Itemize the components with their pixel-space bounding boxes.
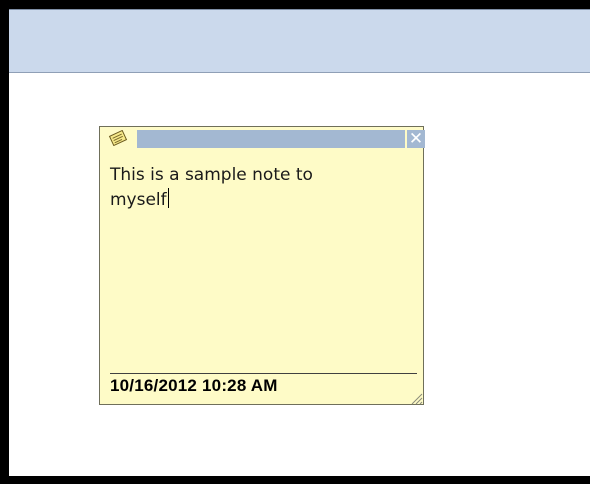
text-caret [167, 188, 169, 208]
resize-grip-icon[interactable] [409, 390, 423, 405]
window-frame: ✕ This is a sample note to myself 10/16/… [9, 9, 590, 476]
close-icon[interactable]: ✕ [407, 130, 425, 148]
note-titlebar[interactable]: ✕ [100, 127, 425, 148]
sticky-note[interactable]: ✕ This is a sample note to myself 10/16/… [99, 126, 425, 405]
note-timestamp: 10/16/2012 10:28 AM [110, 376, 278, 395]
note-text-area[interactable]: This is a sample note to myself [110, 163, 410, 213]
note-footer: 10/16/2012 10:28 AM [110, 373, 417, 400]
note-pad-icon[interactable] [108, 129, 128, 147]
toolbar-strip [9, 9, 590, 73]
note-text: This is a sample note to myself [110, 165, 313, 210]
note-title-area[interactable] [137, 130, 405, 148]
